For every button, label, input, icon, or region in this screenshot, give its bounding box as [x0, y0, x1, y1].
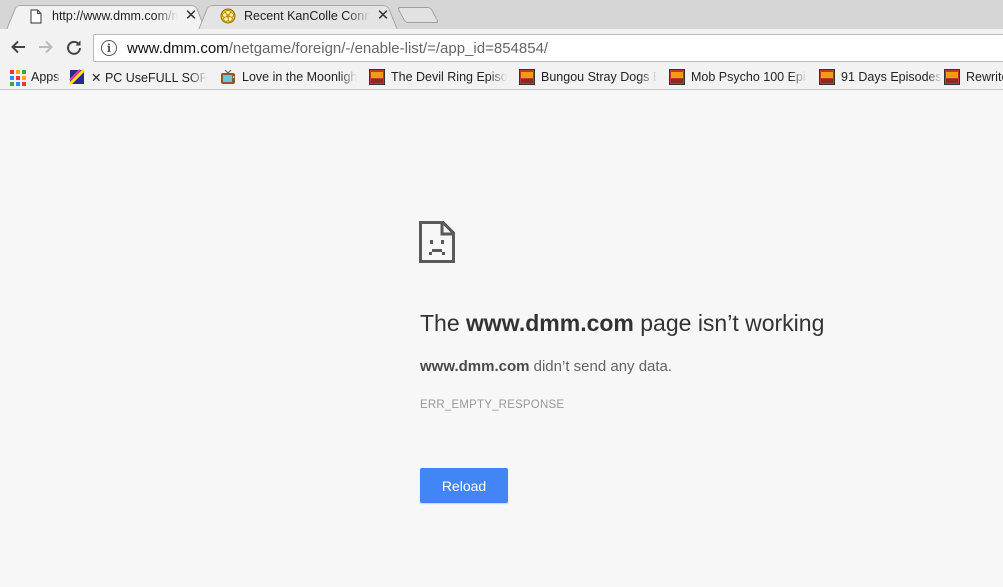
kancolle-icon: [220, 8, 236, 24]
error-host: www.dmm.com: [466, 310, 634, 336]
bookmark-apps[interactable]: Apps: [9, 67, 60, 87]
error-code: ERR_EMPTY_RESPONSE: [420, 399, 565, 411]
bookmark-label: The Devil Ring Episod: [391, 70, 507, 84]
tv-icon: [220, 69, 236, 85]
bookmark-label: Apps: [31, 70, 60, 84]
back-arrow-icon[interactable]: [7, 36, 29, 58]
bookmark-bungou-stray-dogs[interactable]: Bungou Stray Dogs Ep: [519, 67, 657, 87]
page-icon: [28, 8, 44, 24]
bookmark-label: Rewrite: [966, 70, 1003, 84]
bookmark-91-days[interactable]: 91 Days Episodes: [819, 67, 942, 87]
info-icon[interactable]: i: [101, 40, 117, 56]
bookmark-label: 91 Days Episodes: [841, 70, 942, 84]
video-site-icon: [519, 69, 535, 85]
bookmark-love-in-the-moonlight[interactable]: Love in the Moonlight: [220, 67, 357, 87]
url-host: www.dmm.com: [127, 39, 229, 57]
tab-title: Recent KanColle Connect: [244, 9, 370, 23]
tab-strip: http://www.dmm.com/ne ✕ Recent KanColle …: [0, 0, 1003, 30]
error-host: www.dmm.com: [420, 358, 530, 375]
tab-close-icon[interactable]: ✕: [376, 8, 390, 23]
error-headline: The www.dmm.com page isn’t working: [420, 310, 825, 336]
video-site-icon: [669, 69, 685, 85]
tab-kancolle[interactable]: Recent KanColle Connect ✕: [198, 2, 398, 30]
video-site-icon: [369, 69, 385, 85]
bookmarks-bar: Apps ✕ PC UseFULL SOFTW Love in the Moon…: [0, 64, 1003, 90]
reload-icon[interactable]: [63, 36, 85, 58]
url-text[interactable]: www.dmm.com/netgame/foreign/-/enable-lis…: [127, 40, 548, 57]
video-site-icon: [944, 69, 960, 85]
address-bar[interactable]: i www.dmm.com/netgame/foreign/-/enable-l…: [93, 34, 1003, 62]
error-description: www.dmm.com didn’t send any data.: [420, 358, 673, 375]
new-tab-button[interactable]: [396, 7, 440, 23]
tab-dmm[interactable]: http://www.dmm.com/ne ✕: [6, 2, 206, 30]
video-site-icon: [819, 69, 835, 85]
reload-button[interactable]: Reload: [420, 468, 508, 503]
bookmark-mob-psycho-100[interactable]: Mob Psycho 100 Episo: [669, 67, 807, 87]
bookmark-label: Bungou Stray Dogs Ep: [541, 70, 657, 84]
bookmark-label: ✕ PC UseFULL SOFTW: [91, 70, 207, 85]
tab-title: http://www.dmm.com/ne: [52, 9, 178, 23]
bookmark-label: Mob Psycho 100 Episo: [691, 70, 807, 84]
tab-close-icon[interactable]: ✕: [184, 8, 198, 23]
bookmark-devil-ring[interactable]: The Devil Ring Episod: [369, 67, 507, 87]
apps-grid-icon: [9, 69, 26, 86]
url-path: /netgame/foreign/-/enable-list/=/app_id=…: [228, 39, 549, 57]
bookmark-label: Love in the Moonlight: [242, 70, 357, 84]
forward-arrow-icon[interactable]: [35, 36, 57, 58]
software-icon: [68, 68, 86, 86]
sad-page-icon: [419, 221, 455, 268]
bookmark-pc-usefull-software[interactable]: ✕ PC UseFULL SOFTW: [68, 67, 207, 87]
bookmark-rewrite[interactable]: Rewrite: [944, 67, 1003, 87]
